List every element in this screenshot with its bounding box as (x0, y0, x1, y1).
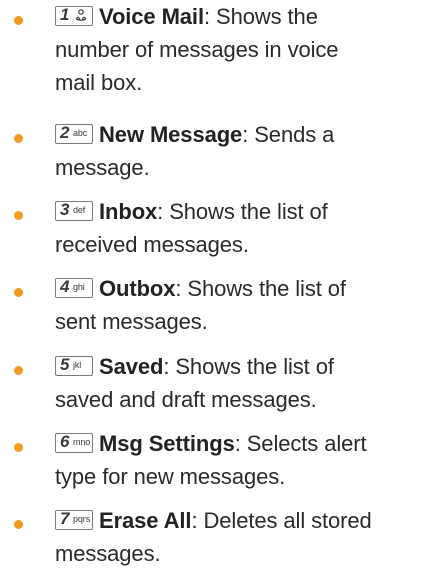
key-number: 6 (60, 432, 70, 451)
bullet-icon (14, 366, 23, 375)
key-number: 4 (60, 277, 70, 296)
item-title: Inbox (99, 199, 158, 224)
item-text: 4 ghi Outbox: Shows the list of sent messag… (55, 272, 435, 338)
item-desc-line1: Selects alert (246, 431, 367, 456)
bullet-icon (14, 520, 23, 529)
item-title: New Message (99, 122, 243, 147)
item-text: 2 abc New Message: Sends a message. (55, 118, 435, 184)
item-desc-line2: number of messages in voice (55, 37, 339, 62)
voicemail-icon (75, 9, 87, 21)
item-desc-line1: Shows the (216, 4, 318, 29)
bullet-icon (14, 288, 23, 297)
bullet-icon (14, 16, 23, 25)
bullet-icon (14, 211, 23, 220)
item-desc-line1: Shows the list of (175, 354, 334, 379)
key-letters: def (73, 205, 86, 215)
item-title: Outbox (99, 276, 176, 301)
key-letters: abc (73, 128, 88, 138)
key-5-icon: 5 jkl (55, 355, 93, 376)
key-1-icon: 1 (55, 5, 93, 26)
item-separator: : (242, 122, 255, 147)
key-letters: jkl (73, 360, 82, 370)
key-number: 5 (60, 355, 70, 374)
key-letters: pqrs (73, 514, 91, 524)
item-desc-line2: sent messages. (55, 309, 208, 334)
key-7-icon: 7 pqrs (55, 509, 93, 530)
item-desc-line2: message. (55, 155, 150, 180)
item-text: 5 jkl Saved: Shows the list of saved and dr… (55, 350, 435, 416)
key-letters: mno (73, 437, 91, 447)
item-desc-line1: Shows the list of (169, 199, 328, 224)
bullet-icon (14, 443, 23, 452)
key-3-icon: 3 def (55, 200, 93, 221)
item-desc-line1: Sends a (254, 122, 335, 147)
item-desc-line1: Shows the list of (187, 276, 346, 301)
key-number: 2 (60, 123, 70, 142)
item-separator: : (234, 431, 247, 456)
item-separator: : (191, 508, 204, 533)
item-title: Erase All (99, 508, 192, 533)
item-title: Saved (99, 354, 164, 379)
key-number: 1 (60, 5, 70, 24)
item-desc-line2: saved and draft messages. (55, 387, 317, 412)
key-number: 3 (60, 200, 70, 219)
item-text: 3 def Inbox: Shows the list of received mes… (55, 195, 435, 261)
key-2-icon: 2 abc (55, 123, 93, 144)
key-6-icon: 6 mno (55, 432, 93, 453)
item-title: Voice Mail (99, 4, 204, 29)
item-text: 6 mno Msg Settings: Selects alert type for … (55, 427, 435, 493)
item-desc-line2: messages. (55, 541, 161, 566)
item-text: 1 Voice Mail: Shows the number of messages… (55, 0, 435, 99)
item-desc-line2: received messages. (55, 232, 249, 257)
key-letters: ghi (73, 282, 85, 292)
item-desc-line2: type for new messages. (55, 464, 286, 489)
item-text: 7 pqrs Erase All: Deletes all stored messag… (55, 504, 435, 570)
key-number: 7 (60, 509, 70, 528)
item-separator: : (203, 4, 216, 29)
bullet-icon (14, 134, 23, 143)
key-4-icon: 4 ghi (55, 277, 93, 298)
item-separator: : (163, 354, 176, 379)
item-separator: : (175, 276, 188, 301)
item-desc-line1: Deletes all stored (203, 508, 372, 533)
item-title: Msg Settings (99, 431, 235, 456)
item-separator: : (157, 199, 170, 224)
item-desc-line3: mail box. (55, 70, 143, 95)
